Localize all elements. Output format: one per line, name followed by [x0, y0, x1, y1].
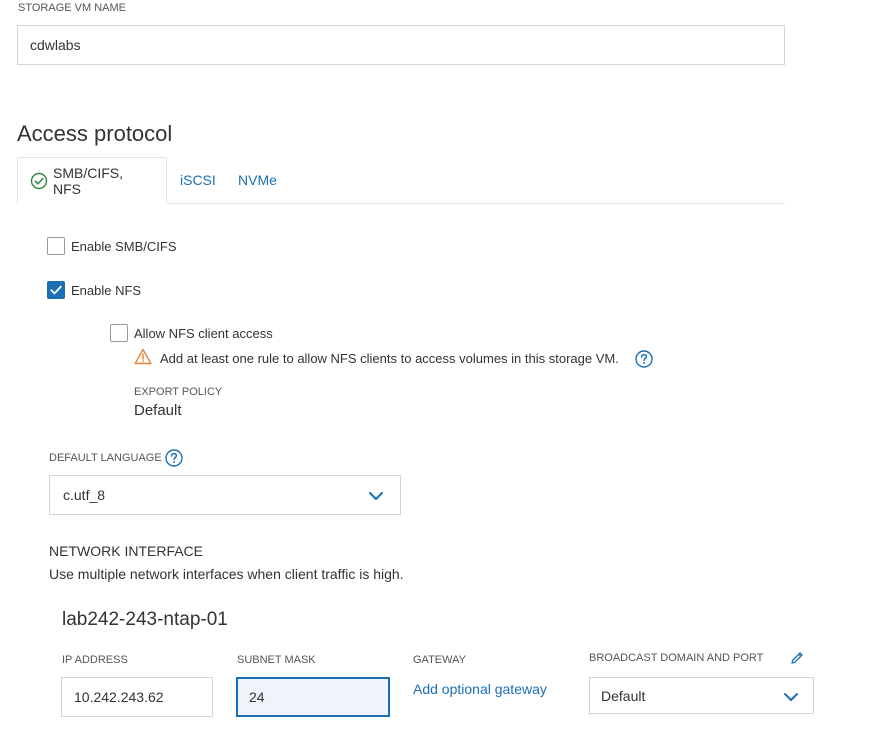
ip-address-input[interactable]: [61, 677, 213, 717]
tab-nvme-label: NVMe: [238, 172, 277, 188]
storage-vm-name-label: STORAGE VM NAME: [18, 2, 126, 14]
chevron-down-icon: [783, 690, 799, 702]
enable-nfs-label: Enable NFS: [71, 283, 142, 298]
access-protocol-tabs: SMB/CIFS, NFS iSCSI NVMe: [17, 157, 785, 204]
default-language-select[interactable]: c.utf_8: [49, 475, 401, 515]
tab-nvme[interactable]: NVMe: [238, 157, 277, 203]
storage-vm-name-input[interactable]: [17, 25, 785, 65]
tab-iscsi[interactable]: iSCSI: [180, 157, 216, 203]
broadcast-domain-value: Default: [601, 688, 646, 704]
allow-nfs-client-access-label: Allow NFS client access: [134, 326, 273, 341]
pencil-edit-icon[interactable]: [789, 650, 805, 666]
subnet-mask-input[interactable]: [236, 677, 390, 717]
default-language-value: c.utf_8: [63, 487, 106, 503]
ip-address-label: IP ADDRESS: [62, 654, 128, 666]
allow-nfs-client-access-checkbox[interactable]: [110, 324, 128, 342]
tab-smb-cifs-nfs[interactable]: SMB/CIFS, NFS: [17, 157, 167, 204]
chevron-down-icon: [368, 489, 384, 501]
subnet-mask-label: SUBNET MASK: [237, 654, 316, 666]
broadcast-domain-label: BROADCAST DOMAIN AND PORT: [589, 652, 764, 664]
nfs-help-icon[interactable]: [635, 350, 653, 368]
export-policy-value: Default: [134, 402, 182, 419]
access-protocol-heading: Access protocol: [17, 121, 173, 146]
default-language-help-icon[interactable]: [165, 449, 183, 467]
tab-iscsi-label: iSCSI: [180, 172, 216, 188]
nfs-warning-text: Add at least one rule to allow NFS clien…: [160, 351, 619, 366]
enable-smb-cifs-label: Enable SMB/CIFS: [71, 239, 177, 254]
add-optional-gateway-link[interactable]: Add optional gateway: [413, 681, 547, 697]
enable-nfs-checkbox[interactable]: [47, 281, 65, 299]
check-circle-icon: [30, 172, 48, 190]
node-name: lab242-243-ntap-01: [62, 609, 228, 630]
tab-smb-cifs-nfs-label: SMB/CIFS, NFS: [53, 164, 124, 197]
warning-triangle-icon: [134, 348, 152, 365]
checkmark-icon: [50, 285, 62, 295]
enable-smb-cifs-checkbox[interactable]: [47, 237, 65, 255]
default-language-label: DEFAULT LANGUAGE: [49, 452, 162, 464]
network-interface-heading: NETWORK INTERFACE: [49, 543, 204, 559]
network-interface-description: Use multiple network interfaces when cli…: [49, 566, 404, 582]
broadcast-domain-select[interactable]: Default: [589, 677, 814, 714]
export-policy-label: EXPORT POLICY: [134, 386, 223, 398]
gateway-label: GATEWAY: [413, 654, 466, 666]
